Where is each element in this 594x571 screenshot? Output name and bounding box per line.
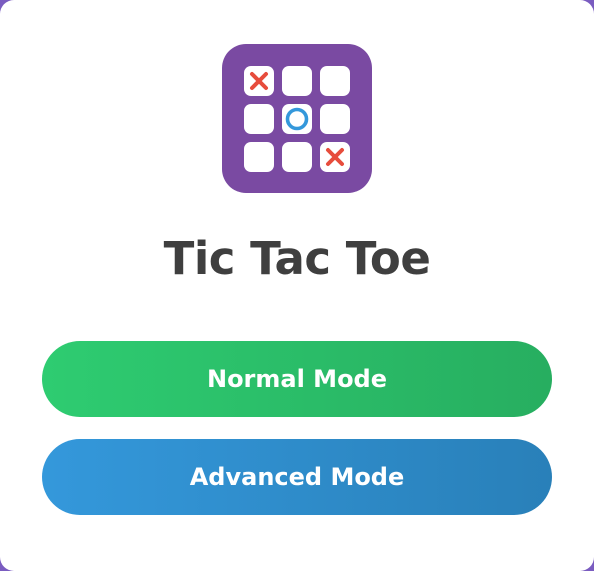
logo-cell-6 <box>320 104 350 134</box>
x-mark-icon <box>326 148 344 166</box>
logo-cell-4 <box>244 104 274 134</box>
tic-tac-toe-logo-icon <box>222 44 372 193</box>
o-mark-icon <box>285 107 309 131</box>
x-mark-icon <box>250 72 268 90</box>
start-menu-card: Tic Tac Toe Normal Mode Advanced Mode <box>0 0 594 571</box>
logo-cell-8 <box>282 142 312 172</box>
normal-mode-button[interactable]: Normal Mode <box>42 341 552 417</box>
logo-cell-3 <box>320 66 350 96</box>
logo-cell-5 <box>282 104 312 134</box>
logo-cell-7 <box>244 142 274 172</box>
logo-cell-1 <box>244 66 274 96</box>
logo-cell-2 <box>282 66 312 96</box>
logo-cell-9 <box>320 142 350 172</box>
advanced-mode-button[interactable]: Advanced Mode <box>42 439 552 515</box>
page-title: Tic Tac Toe <box>163 232 431 285</box>
